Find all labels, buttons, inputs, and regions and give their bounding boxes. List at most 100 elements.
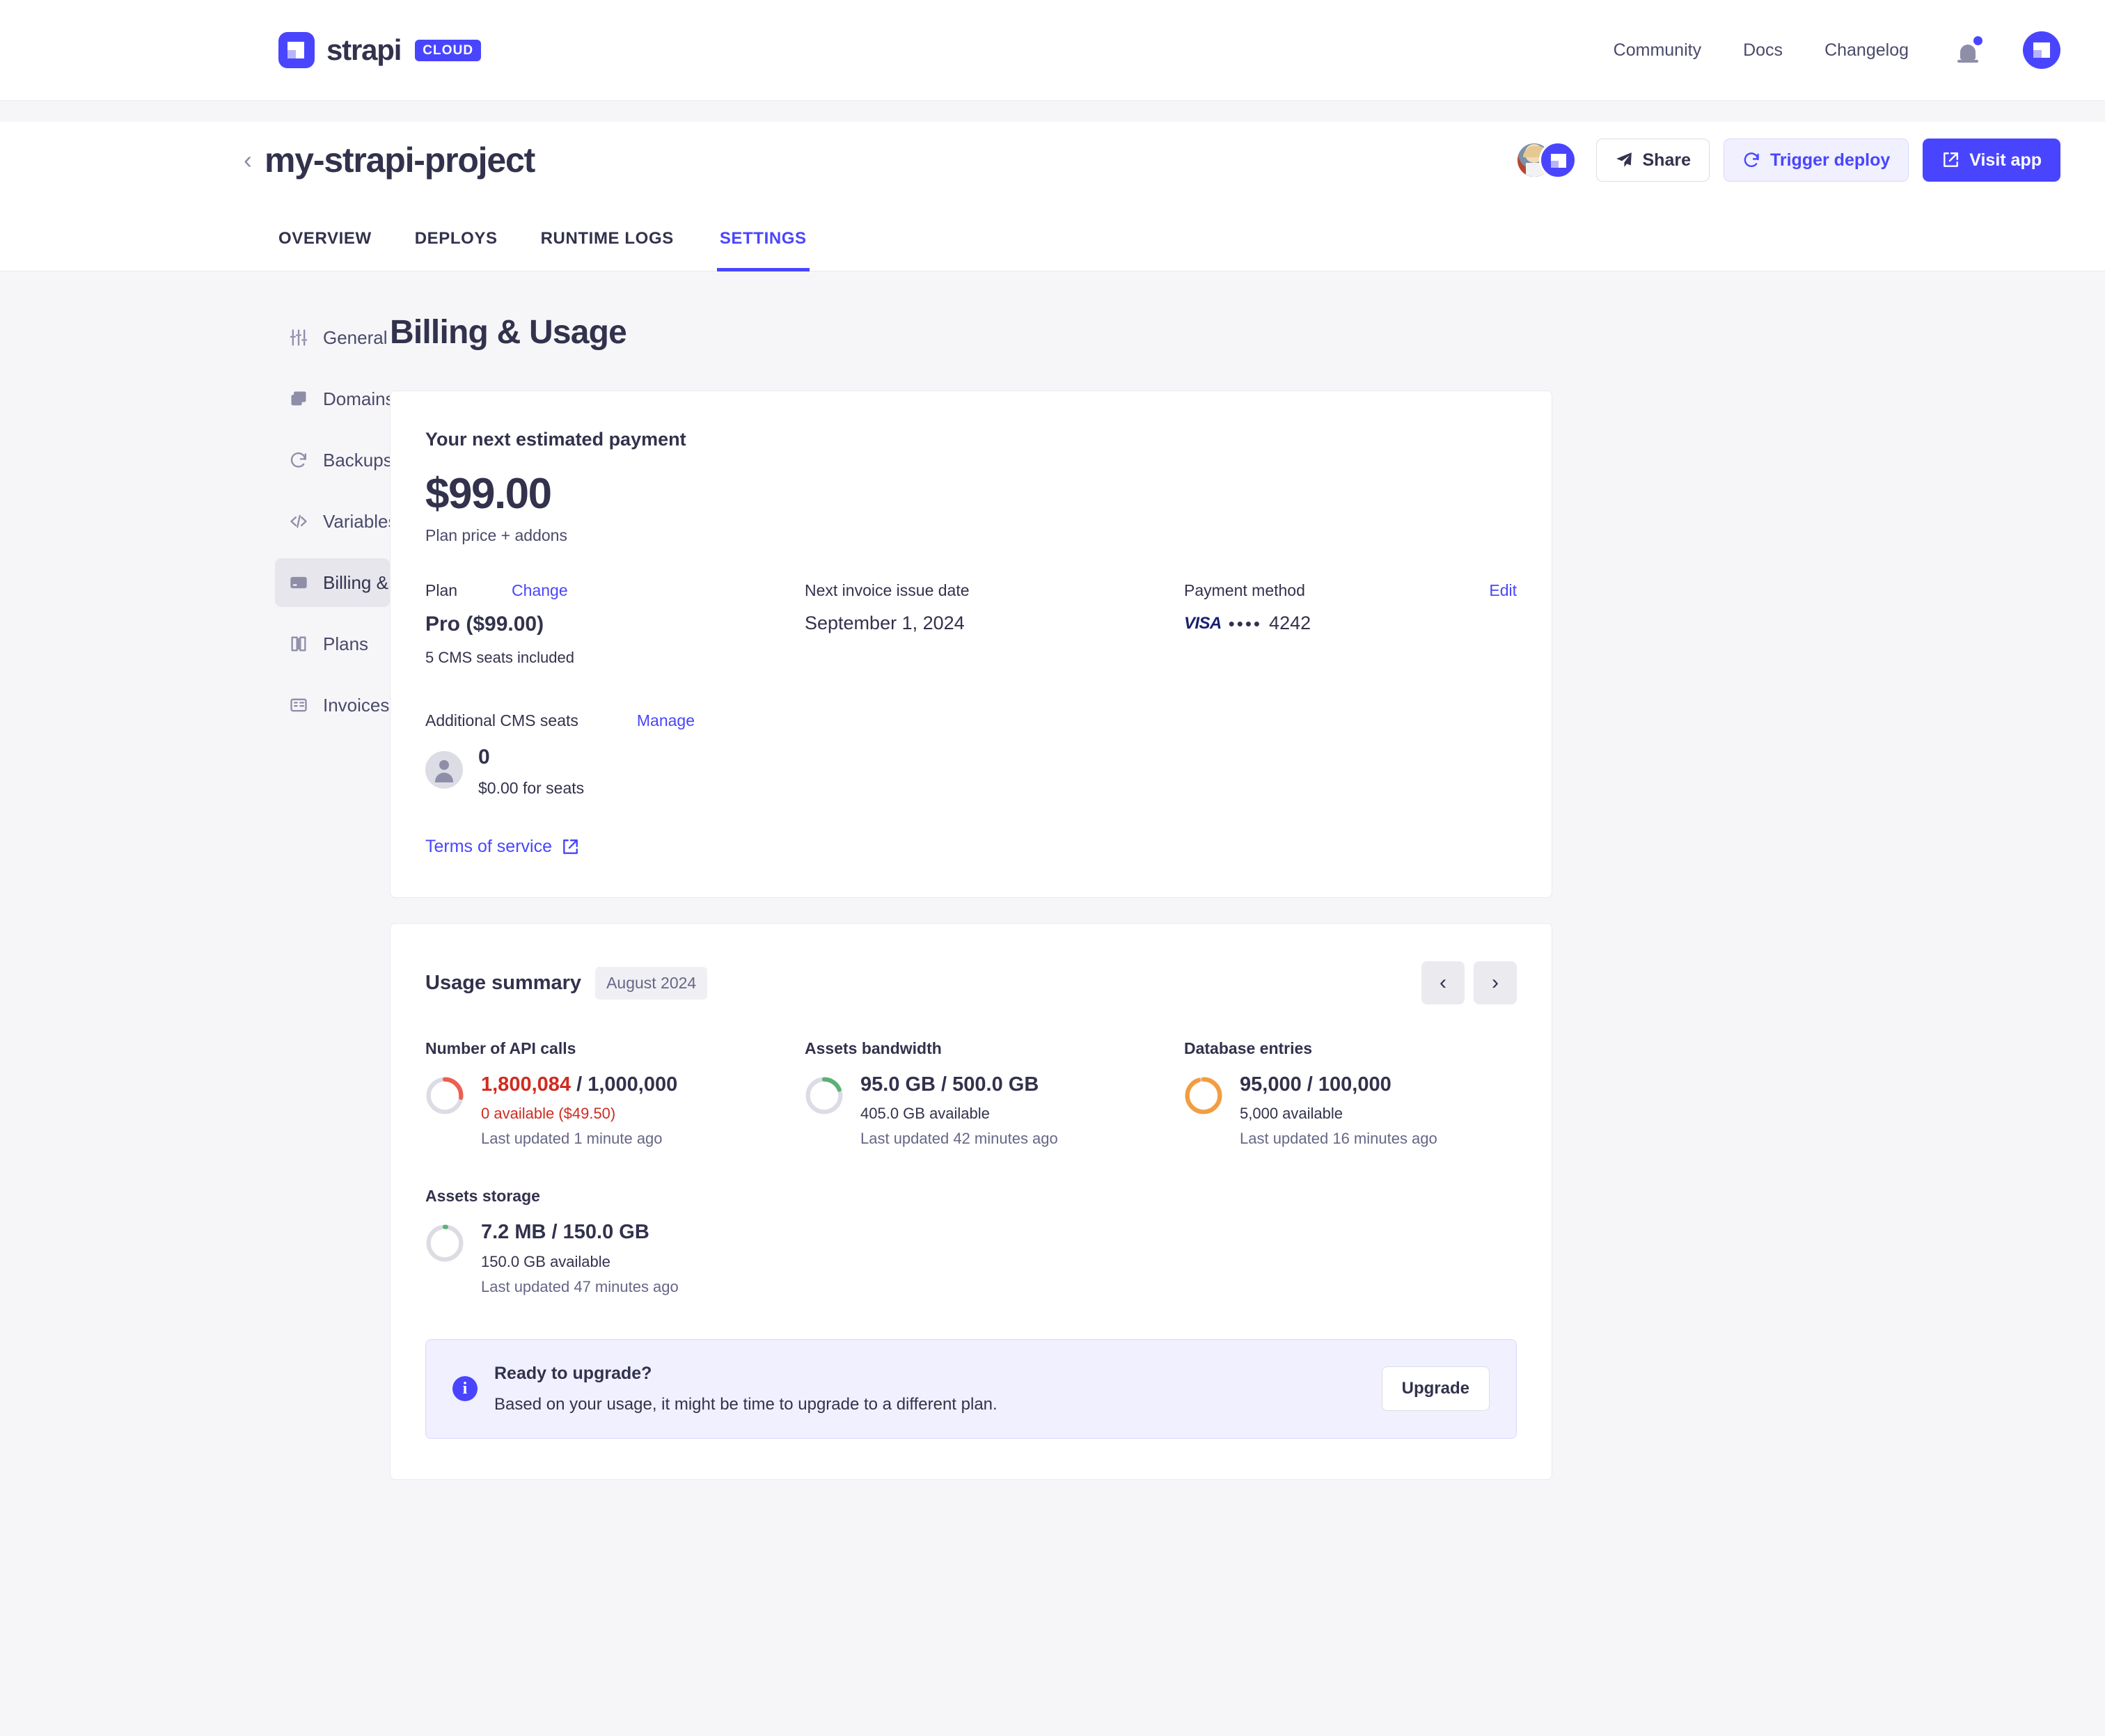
metric-label: Number of API calls <box>425 1039 576 1058</box>
next-period-button[interactable]: › <box>1474 961 1517 1005</box>
progress-ring-icon <box>426 1224 464 1262</box>
plan-seats-note: 5 CMS seats included <box>425 649 574 667</box>
metric-separator: / <box>546 1221 563 1244</box>
layers-icon <box>291 391 306 406</box>
upgrade-button[interactable]: Upgrade <box>1381 1366 1490 1412</box>
metric-label: Database entries <box>1184 1039 1313 1058</box>
sidebar-item-invoices[interactable]: Invoices <box>275 681 390 729</box>
settings-main: Billing & Usage Your next estimated paym… <box>390 313 1754 1480</box>
sidebar-item-backups[interactable]: Backups <box>275 436 393 484</box>
metric-used: 95.0 GB <box>860 1073 936 1096</box>
settings-sidebar: General Domains Backups Variables Billin… <box>0 313 446 1480</box>
progress-ring-icon <box>1185 1077 1222 1114</box>
metric-limit: 1,000,000 <box>588 1073 678 1096</box>
terms-of-service-link[interactable]: Terms of service <box>425 837 552 857</box>
collaborator-avatars[interactable] <box>1515 141 1577 179</box>
upgrade-banner: i Ready to upgrade? Based on your usage,… <box>425 1339 1517 1439</box>
metric-used: 95,000 <box>1240 1073 1302 1096</box>
external-link-icon <box>1944 152 1959 167</box>
metric-api-calls: Number of API calls 1,800,084 / 1,000,00… <box>425 1039 805 1148</box>
project-tabs: OVERVIEW DEPLOYS RUNTIME LOGS SETTINGS <box>0 198 2105 271</box>
notifications-bell-icon[interactable] <box>1957 36 1982 64</box>
metric-available: 405.0 GB available <box>860 1105 990 1123</box>
brand-wordmark: strapi <box>326 33 402 66</box>
terms-of-service-row[interactable]: Terms of service <box>425 837 1517 857</box>
trigger-deploy-button[interactable]: Trigger deploy <box>1723 139 1909 182</box>
change-plan-link[interactable]: Change <box>512 581 568 600</box>
info-icon: i <box>452 1376 478 1402</box>
metric-available: 5,000 available <box>1240 1105 1343 1123</box>
sidebar-item-plans[interactable]: Plans <box>275 620 390 668</box>
book-icon <box>291 636 306 652</box>
additional-seats-price: $0.00 for seats <box>478 779 585 798</box>
page-title: my-strapi-project <box>265 141 535 180</box>
upgrade-banner-text: Based on your usage, it might be time to… <box>494 1394 998 1414</box>
metric-updated: Last updated 47 minutes ago <box>481 1277 679 1295</box>
seat-user-icon <box>425 751 463 789</box>
plan-label: Plan <box>425 581 458 600</box>
plan-column: Plan Change Pro ($99.00) 5 CMS seats inc… <box>425 581 805 667</box>
send-icon <box>1616 152 1632 167</box>
share-button[interactable]: Share <box>1595 139 1710 182</box>
metric-updated: Last updated 42 minutes ago <box>860 1130 1058 1148</box>
metric-updated: Last updated 1 minute ago <box>481 1130 663 1148</box>
sidebar-item-label: Invoices <box>323 694 390 716</box>
trigger-deploy-label: Trigger deploy <box>1769 150 1891 170</box>
previous-period-button[interactable]: ‹ <box>1421 961 1465 1005</box>
back-chevron-icon[interactable]: ‹ <box>244 148 252 173</box>
nav-link-community[interactable]: Community <box>1614 40 1701 61</box>
sidebar-item-general[interactable]: General <box>275 313 390 362</box>
code-icon <box>290 514 307 528</box>
metric-label: Assets storage <box>425 1187 540 1206</box>
progress-ring-icon <box>426 1077 464 1114</box>
user-avatar[interactable] <box>2023 31 2060 69</box>
usage-period-badge: August 2024 <box>595 966 708 1000</box>
top-nav-links: Community Docs Changelog <box>1614 31 2060 69</box>
sidebar-item-label: Variables <box>323 510 397 532</box>
additional-seats-label: Additional CMS seats <box>425 711 578 730</box>
card-mask: •••• <box>1228 613 1263 634</box>
metric-database-entries: Database entries 95,000 / 100,000 5,000 … <box>1184 1039 1517 1148</box>
external-link-icon <box>563 839 578 854</box>
metric-limit: 500.0 GB <box>952 1073 1039 1096</box>
sidebar-item-label: Backups <box>323 449 393 471</box>
metric-limit: 100,000 <box>1318 1073 1391 1096</box>
metric-label: Assets bandwidth <box>805 1039 942 1058</box>
section-title: Billing & Usage <box>390 314 627 351</box>
notification-dot <box>1973 36 1982 45</box>
visit-app-button[interactable]: Visit app <box>1923 139 2060 182</box>
payment-method-value: VISA •••• 4242 <box>1184 613 1517 634</box>
top-navigation: strapi CLOUD Community Docs Changelog <box>0 0 2105 101</box>
metric-updated: Last updated 16 minutes ago <box>1240 1130 1437 1148</box>
tab-runtime-logs[interactable]: RUNTIME LOGS <box>541 229 674 271</box>
payment-method-label: Payment method <box>1184 581 1305 600</box>
header-actions: Share Trigger deploy Visit app <box>1515 139 2060 182</box>
next-payment-amount: $99.00 <box>425 470 552 518</box>
metric-separator: / <box>571 1073 588 1096</box>
nav-link-docs[interactable]: Docs <box>1743 40 1783 61</box>
sidebar-item-domains[interactable]: Domains <box>275 374 395 423</box>
invoice-date-value: September 1, 2024 <box>805 613 965 634</box>
tab-overview[interactable]: OVERVIEW <box>278 229 372 271</box>
billing-info-grid: Plan Change Pro ($99.00) 5 CMS seats inc… <box>425 581 1517 667</box>
sidebar-item-variables[interactable]: Variables <box>275 497 397 546</box>
strapi-logo-icon <box>278 32 315 68</box>
nav-link-changelog[interactable]: Changelog <box>1824 40 1909 61</box>
tab-settings[interactable]: SETTINGS <box>716 229 810 271</box>
brand-logo[interactable]: strapi CLOUD <box>278 32 482 68</box>
metric-value: 7.2 MB / 150.0 GB <box>481 1221 679 1244</box>
edit-payment-method-link[interactable]: Edit <box>1489 581 1517 600</box>
manage-seats-link[interactable]: Manage <box>637 711 695 730</box>
visa-icon: VISA <box>1184 613 1222 633</box>
metric-assets-bandwidth: Assets bandwidth 95.0 GB / 500.0 GB 405.… <box>805 1039 1184 1148</box>
usage-summary-header: Usage summary August 2024 ‹ › <box>425 961 1517 1005</box>
metric-value: 95,000 / 100,000 <box>1240 1073 1437 1096</box>
metric-used: 1,800,084 <box>481 1073 571 1096</box>
credit-card-icon <box>290 576 307 589</box>
tab-deploys[interactable]: DEPLOYS <box>415 229 498 271</box>
next-payment-card: Your next estimated payment $99.00 Plan … <box>390 390 1552 899</box>
invoice-date-column: Next invoice issue date September 1, 202… <box>805 581 1184 667</box>
sidebar-item-billing-usage[interactable]: Billing & Usage <box>275 558 446 607</box>
visit-app-label: Visit app <box>1969 150 2042 170</box>
metric-value: 1,800,084 / 1,000,000 <box>481 1073 677 1096</box>
